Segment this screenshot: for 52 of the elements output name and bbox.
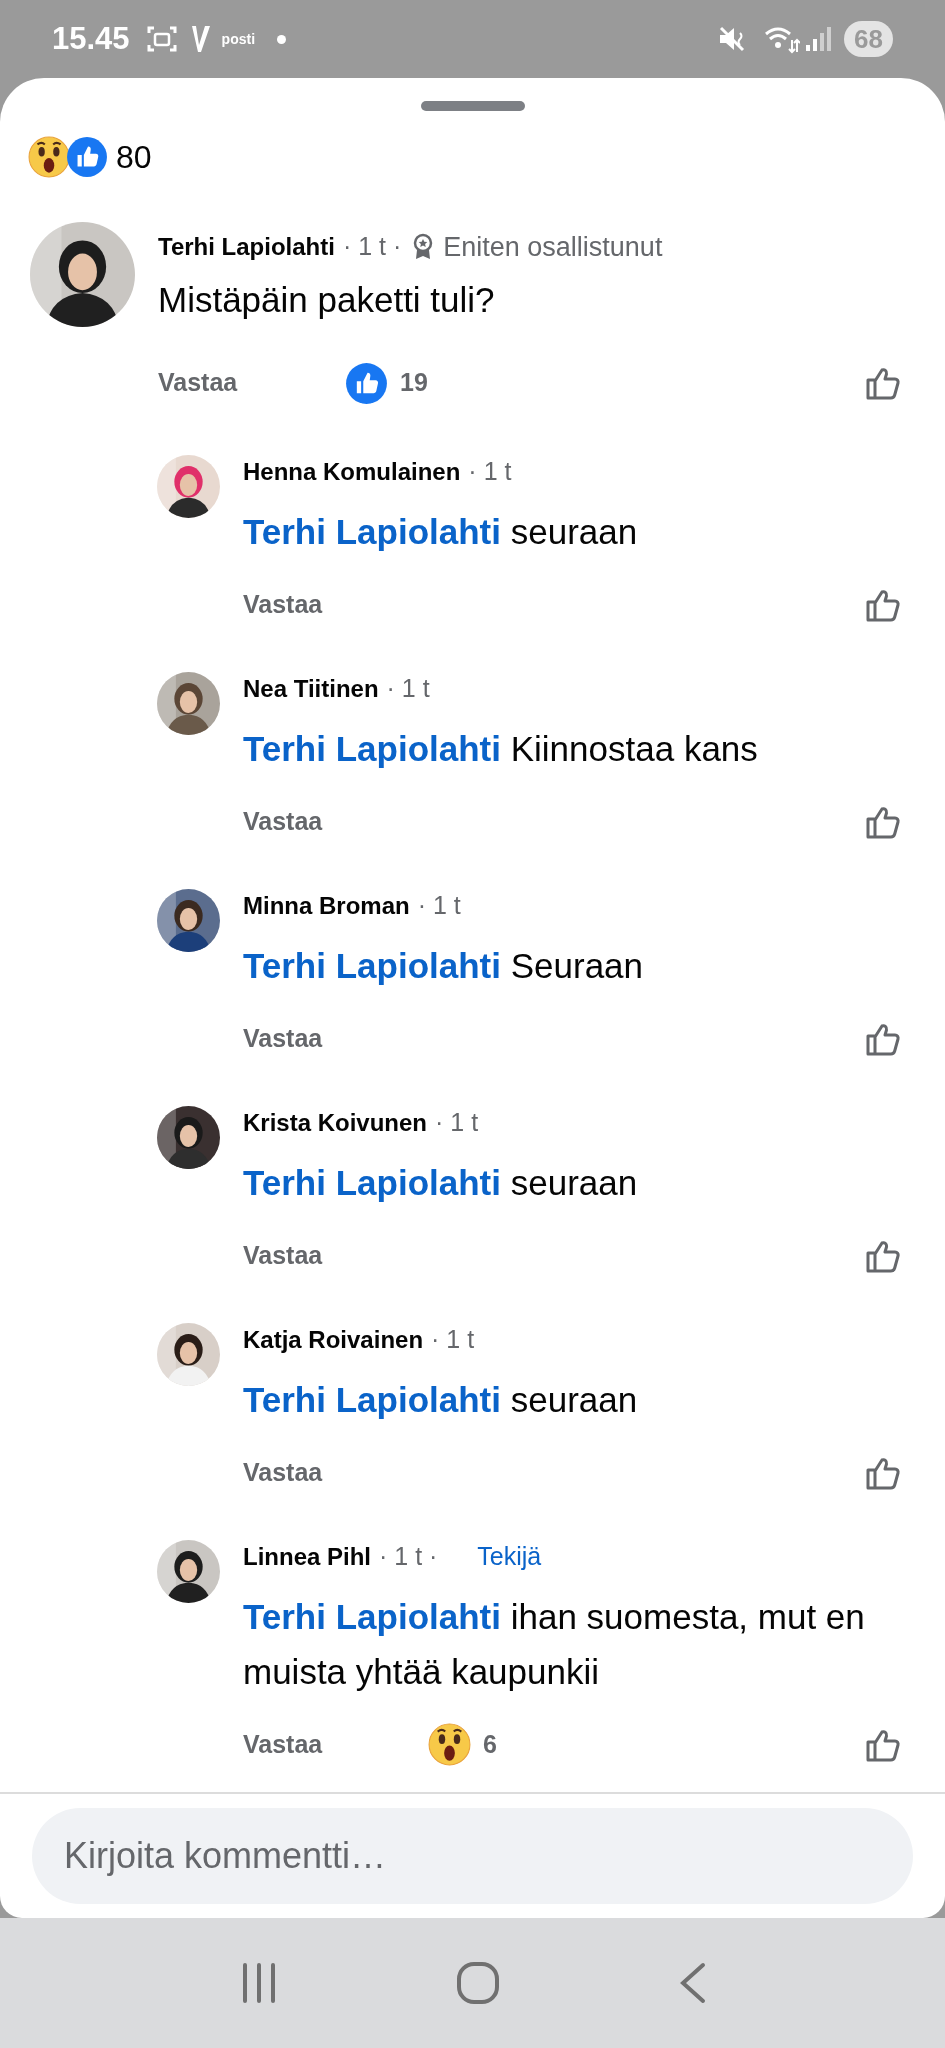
reaction-count: 19 [400,367,428,399]
comment-text: Mistäpäin paketti tuli? [158,279,496,321]
reply-link[interactable]: Vastaa [243,1725,428,1764]
app-label: posti [221,29,256,49]
status-time: 15.45 [52,19,130,58]
wifi-icon [764,24,801,54]
comment-text: Terhi Lapiolahti Kiinnostaa kans [243,728,759,770]
author-name[interactable]: Minna Broman [243,888,410,924]
comment-time: · 1 t [417,890,461,922]
signal-icon [804,25,833,53]
mention-link[interactable]: Terhi Lapiolahti [243,1597,501,1636]
reply-link[interactable]: Vastaa [243,1020,428,1058]
author-name[interactable]: Linnea Pihl [243,1539,371,1575]
mention-link[interactable]: Terhi Lapiolahti [243,729,501,768]
wow-emoji-icon [28,136,70,178]
like-icon [66,136,108,178]
reaction-count: 6 [483,1728,497,1760]
badge-label: Eniten osallistunut [443,230,663,264]
battery-level: 68 [854,22,883,56]
like-icon [345,361,388,405]
reply-link[interactable]: Vastaa [243,586,428,624]
comment-time: · 1 t · [379,1541,438,1573]
comment-time: · 1 t [386,673,430,705]
author-name[interactable]: Nea Tiitinen [243,671,379,707]
reply-link[interactable]: Vastaa [243,1454,428,1492]
comment-time: · 1 t [435,1107,479,1139]
comment-text: Terhi Lapiolahti seuraan [243,1162,639,1204]
reaction-count: 80 [116,138,152,177]
author-name[interactable]: Henna Komulainen [243,454,461,490]
comment-time: · 1 t [431,1324,475,1356]
comment-text: Terhi Lapiolahti ihan suomesta, mut en muista yhtää kaupunkii [243,1596,866,1693]
reply-link[interactable]: Vastaa [243,1237,428,1275]
mention-link[interactable]: Terhi Lapiolahti [243,946,501,985]
author-name[interactable]: Katja Roivainen [243,1322,424,1358]
author-name[interactable]: Krista Koivunen [243,1105,428,1141]
comment-time: · 1 t · [342,231,402,263]
comment-time: · 1 t [468,456,512,488]
reply-link[interactable]: Vastaa [158,364,345,402]
author-label: Tekijä [477,1541,542,1573]
comment-input-field[interactable]: Kirjoita kommentti… [32,1808,913,1904]
reply-link[interactable]: Vastaa [243,803,428,841]
mention-link[interactable]: Terhi Lapiolahti [243,1380,501,1419]
author-name[interactable]: Terhi Lapiolahti [158,229,335,265]
mention-link[interactable]: Terhi Lapiolahti [243,512,501,551]
home-icon[interactable] [455,1961,500,2005]
comment-text: Terhi Lapiolahti Seuraan [243,945,645,987]
drag-handle[interactable] [420,101,525,111]
comment-text: Terhi Lapiolahti seuraan [243,511,639,553]
mention-link[interactable]: Terhi Lapiolahti [243,1163,501,1202]
comment-text: Terhi Lapiolahti seuraan [243,1379,639,1421]
v-logo-icon [189,23,212,55]
wow-emoji-icon [428,1723,471,1766]
